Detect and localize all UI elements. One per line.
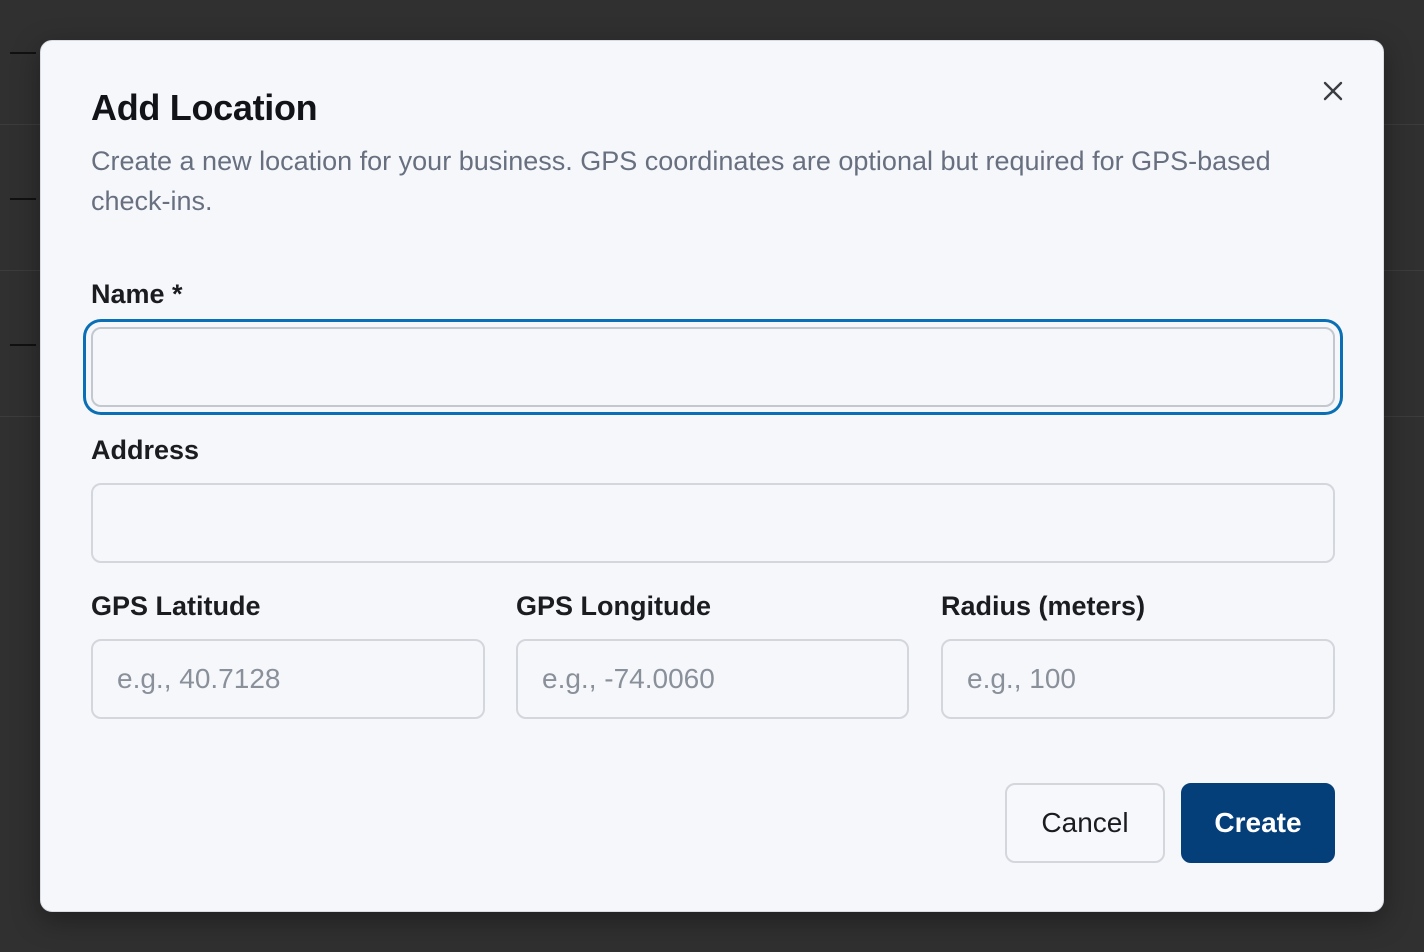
- close-button[interactable]: [1319, 77, 1347, 105]
- background-dash: [10, 198, 36, 200]
- latitude-label: GPS Latitude: [91, 591, 261, 621]
- longitude-label: GPS Longitude: [516, 591, 711, 621]
- background-dash: [10, 52, 36, 54]
- radius-label: Radius (meters): [941, 591, 1146, 621]
- cancel-button[interactable]: Cancel: [1005, 783, 1165, 863]
- name-label: Name *: [91, 279, 183, 309]
- dialog-title: Add Location: [91, 87, 318, 128]
- close-icon: [1323, 81, 1343, 101]
- dialog-description: Create a new location for your business.…: [91, 146, 1271, 216]
- background-dash: [10, 344, 36, 346]
- address-label: Address: [91, 435, 200, 465]
- address-input[interactable]: [91, 483, 1335, 563]
- radius-input[interactable]: [941, 639, 1335, 719]
- latitude-input[interactable]: [91, 639, 485, 719]
- longitude-input[interactable]: [516, 639, 909, 719]
- add-location-dialog: Add Location Create a new location for y…: [40, 40, 1384, 912]
- name-input[interactable]: [91, 327, 1335, 407]
- create-button[interactable]: Create: [1181, 783, 1335, 863]
